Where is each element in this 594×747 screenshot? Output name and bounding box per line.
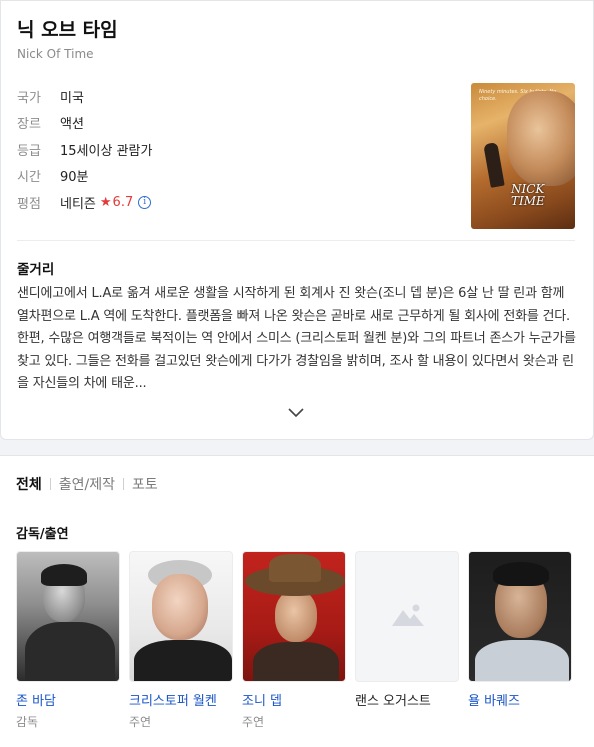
score-row: 평점 네티즌 ★ 6.7 i bbox=[17, 189, 152, 216]
runtime-label: 시간 bbox=[17, 170, 41, 186]
cast-heading: 감독/출연 bbox=[16, 527, 69, 542]
cast-name[interactable]: 존 바담 bbox=[16, 690, 120, 709]
movie-title[interactable]: 닉 오브 타임 bbox=[17, 15, 118, 42]
genre-row: 장르 액션 bbox=[17, 110, 152, 137]
score-value: 네티즌 ★ 6.7 i bbox=[60, 193, 152, 212]
cast-photo[interactable] bbox=[242, 551, 346, 682]
genre-value: 액션 bbox=[60, 117, 84, 133]
poster-face bbox=[507, 91, 575, 186]
poster-running-man bbox=[483, 142, 505, 188]
cast-photo[interactable] bbox=[468, 551, 572, 682]
rating-value: 15세이상 관람가 bbox=[60, 143, 153, 159]
poster-title-line2: TIME bbox=[511, 194, 545, 208]
cast-name: 랜스 오거스트 bbox=[355, 694, 431, 709]
divider bbox=[17, 240, 575, 241]
synopsis-text: 샌디에고에서 L.A로 옮겨 새로운 생활을 시작하게 된 회계사 진 왓슨(조… bbox=[17, 286, 576, 391]
synopsis-heading: 줄거리 bbox=[17, 262, 55, 278]
genre-label: 장르 bbox=[17, 117, 41, 133]
tab-photo[interactable]: 포토 bbox=[132, 474, 158, 494]
cast-tabs: 전체 출연/제작 포토 bbox=[16, 474, 158, 494]
image-placeholder-icon bbox=[392, 604, 424, 626]
cast-name[interactable]: 크리스토퍼 월켄 bbox=[129, 690, 233, 709]
country-row: 국가 미국 bbox=[17, 83, 152, 110]
cast-photo[interactable] bbox=[16, 551, 120, 682]
movie-poster[interactable]: Ninety minutes. Six bullets. No choice. … bbox=[471, 83, 575, 229]
info-circle-icon[interactable]: i bbox=[138, 195, 152, 209]
tab-all[interactable]: 전체 bbox=[16, 474, 42, 494]
info-table: 국가 미국 장르 액션 등급 15세이상 관람가 시간 90분 평점 네티즌 ★… bbox=[17, 83, 152, 216]
score-number: 6.7 bbox=[112, 194, 134, 210]
cast-card: 전체 출연/제작 포토 감독/출연 존 바담 감독 크리스토퍼 월켄 주연 조니… bbox=[0, 455, 594, 747]
cast-list: 존 바담 감독 크리스토퍼 월켄 주연 조니 뎁 주연 랜스 오거스트 욜 바퀘… bbox=[16, 551, 581, 730]
cast-role: 주연 bbox=[129, 715, 152, 729]
cast-item[interactable]: 욜 바퀘즈 bbox=[468, 551, 572, 730]
cast-role: 주연 bbox=[242, 715, 265, 729]
country-label: 국가 bbox=[17, 90, 41, 106]
score-source: 네티즌 bbox=[60, 196, 96, 212]
cast-item[interactable]: 크리스토퍼 월켄 주연 bbox=[129, 551, 233, 730]
cast-name[interactable]: 조니 뎁 bbox=[242, 690, 346, 709]
cast-role: 감독 bbox=[16, 715, 39, 729]
cast-item[interactable]: 조니 뎁 주연 bbox=[242, 551, 346, 730]
cast-name[interactable]: 욜 바퀘즈 bbox=[468, 690, 572, 709]
original-title: Nick Of Time bbox=[17, 47, 94, 61]
star-icon: ★ bbox=[99, 194, 112, 210]
runtime-row: 시간 90분 bbox=[17, 163, 152, 190]
cast-photo-placeholder[interactable] bbox=[355, 551, 459, 682]
country-value: 미국 bbox=[60, 90, 84, 106]
rating-row: 등급 15세이상 관람가 bbox=[17, 136, 152, 163]
tab-cast-production[interactable]: 출연/제작 bbox=[59, 474, 115, 494]
cast-photo[interactable] bbox=[129, 551, 233, 682]
cast-item[interactable]: 랜스 오거스트 bbox=[355, 551, 459, 730]
chevron-down-icon[interactable] bbox=[288, 406, 304, 418]
tab-separator bbox=[123, 478, 125, 490]
tab-separator bbox=[49, 478, 51, 490]
cast-item[interactable]: 존 바담 감독 bbox=[16, 551, 120, 730]
poster-title: NICK TIME bbox=[511, 183, 545, 207]
rating-label: 등급 bbox=[17, 143, 41, 159]
movie-info-card: 닉 오브 타임 Nick Of Time 국가 미국 장르 액션 등급 15세이… bbox=[0, 0, 594, 440]
runtime-value: 90분 bbox=[60, 170, 89, 186]
score-label: 평점 bbox=[17, 196, 41, 212]
